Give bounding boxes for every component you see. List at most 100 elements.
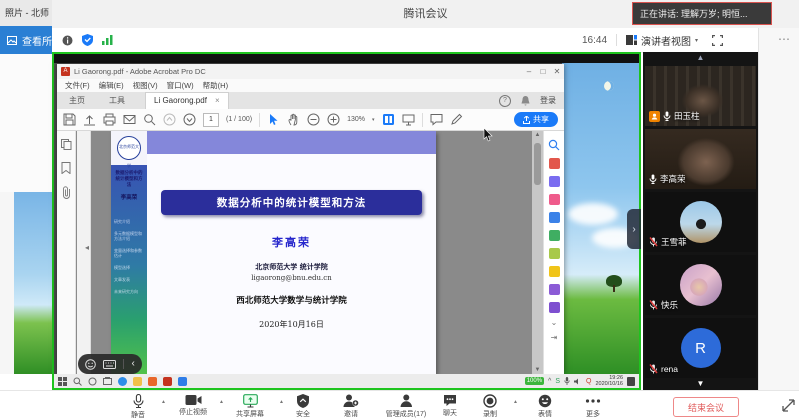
hand-tool-icon[interactable]	[287, 113, 300, 126]
keyboard-icon[interactable]	[103, 360, 116, 369]
cortana-icon[interactable]	[88, 377, 97, 386]
tencent-meeting-taskbar-icon[interactable]	[178, 377, 187, 386]
nav-toc-item[interactable]: 文章发表	[114, 277, 145, 282]
select-tool-icon[interactable]	[267, 113, 280, 126]
participant-video-tile[interactable]: 王雪菲	[645, 192, 756, 252]
tray-sogou-icon[interactable]: S	[555, 377, 560, 386]
more-tools-icon[interactable]	[549, 302, 560, 313]
find-tool-icon[interactable]	[548, 139, 560, 151]
tray-qq-icon[interactable]: Q	[586, 377, 591, 386]
nav-toc-item[interactable]: 研究介绍	[114, 219, 145, 224]
zoom-out-icon[interactable]	[307, 113, 320, 126]
help-icon[interactable]: ?	[499, 95, 511, 107]
menu-edit[interactable]: 编辑(E)	[99, 80, 124, 91]
participant-video-tile[interactable]: 田玉柱	[645, 66, 756, 126]
participant-video-tile[interactable]: 快乐	[645, 255, 756, 315]
manage-members-button[interactable]: 管理成员(17)	[386, 394, 426, 419]
email-icon[interactable]	[123, 113, 136, 126]
page-number-input[interactable]: 1	[203, 113, 219, 127]
view-mode-button[interactable]: 演讲者视图 ▾	[626, 33, 698, 48]
fullscreen-icon[interactable]	[712, 35, 723, 46]
attachments-icon[interactable]	[62, 186, 71, 199]
zoom-in-icon[interactable]	[327, 113, 340, 126]
save-icon[interactable]	[63, 113, 76, 126]
tray-expand-icon[interactable]: ^	[548, 377, 551, 386]
share-screen-button[interactable]: 共享屏幕	[236, 394, 264, 419]
file-explorer-taskbar-icon[interactable]	[133, 377, 142, 386]
mute-options-caret[interactable]: ▲	[161, 399, 166, 405]
stop-video-button[interactable]: 停止视频	[179, 394, 207, 417]
video-options-caret[interactable]: ▲	[219, 399, 224, 405]
security-button[interactable]: 安全	[296, 394, 310, 419]
emoji-icon[interactable]	[85, 359, 96, 370]
taskbar-clock[interactable]: 19:26 2020/10/16	[595, 375, 623, 387]
menu-view[interactable]: 视图(V)	[133, 80, 158, 91]
nav-toc-item[interactable]: 变量选择和参数估计	[114, 248, 145, 258]
edit-pdf-tool-icon[interactable]	[549, 194, 560, 205]
acrobat-nav-panel[interactable]: ◂	[77, 131, 91, 374]
chat-button[interactable]: 聊天	[443, 394, 457, 418]
invite-button[interactable]: 邀请	[343, 394, 359, 419]
comment-bubble-icon[interactable]	[430, 113, 443, 126]
page-thumbnails-icon[interactable]	[61, 139, 72, 150]
meeting-annotation-toolbar[interactable]: ‹	[78, 354, 142, 374]
tab-close-icon[interactable]: ×	[215, 93, 220, 109]
page-display-icon[interactable]	[382, 113, 395, 126]
meeting-info-icon[interactable]	[62, 35, 73, 46]
record-options-caret[interactable]: ▲	[513, 399, 518, 405]
acrobat-share-button[interactable]: 共享	[514, 112, 558, 127]
share-options-caret[interactable]: ▲	[279, 399, 284, 405]
tab-home[interactable]: 主页	[57, 93, 97, 109]
notifications-bell-icon[interactable]	[521, 96, 530, 106]
fill-sign-tool-icon[interactable]	[549, 284, 560, 295]
scrollbar-thumb[interactable]	[534, 143, 541, 185]
resize-handle-icon[interactable]	[781, 398, 796, 413]
task-view-icon[interactable]	[103, 377, 112, 386]
tools-collapse-icon[interactable]: ⇥	[551, 333, 558, 342]
scrollbar-down-icon[interactable]: ▼	[532, 367, 543, 373]
network-signal-icon[interactable]	[102, 35, 114, 45]
next-page-icon[interactable]	[183, 113, 196, 126]
share-file-tool-icon[interactable]	[549, 212, 560, 223]
nav-toc-item[interactable]: 多元数据模型和方法介绍	[114, 231, 145, 241]
participants-scroll-down-icon[interactable]: ▼	[643, 380, 758, 388]
scrollbar-up-icon[interactable]: ▲	[532, 132, 543, 138]
action-center-icon[interactable]	[627, 377, 635, 386]
acrobat-titlebar[interactable]: A Li Gaorong.pdf - Adobe Acrobat Pro DC …	[57, 64, 564, 79]
office-taskbar-icon[interactable]	[148, 377, 157, 386]
photos-view-all-button[interactable]: 查看所	[0, 26, 58, 54]
taskbar-search-icon[interactable]	[73, 377, 82, 386]
tray-volume-icon[interactable]	[574, 378, 582, 385]
tray-mic-icon[interactable]	[564, 377, 570, 385]
start-button-icon[interactable]	[58, 377, 67, 386]
participant-video-tile[interactable]: 李高荣	[645, 129, 756, 189]
organize-pages-tool-icon[interactable]	[549, 248, 560, 259]
acrobat-taskbar-icon[interactable]	[163, 377, 172, 386]
maximize-button[interactable]: □	[536, 67, 550, 76]
previous-page-icon[interactable]	[163, 113, 176, 126]
reactions-button[interactable]: 表情	[538, 394, 552, 419]
sidebar-expand-handle[interactable]: ›	[627, 209, 641, 249]
menu-file[interactable]: 文件(F)	[65, 80, 90, 91]
nav-toc-item[interactable]: 模型选择	[114, 265, 145, 270]
bookmarks-icon[interactable]	[61, 162, 71, 174]
upload-cloud-icon[interactable]	[83, 113, 96, 126]
minimize-button[interactable]: –	[522, 67, 536, 76]
menu-help[interactable]: 帮助(H)	[203, 80, 228, 91]
zoom-level-value[interactable]: 130%	[347, 116, 365, 123]
more-options-icon[interactable]: ⋯	[778, 32, 791, 46]
collapse-toolbar-icon[interactable]: ‹	[132, 359, 135, 369]
battery-indicator[interactable]: 100%	[525, 377, 544, 385]
menu-window[interactable]: 窗口(W)	[167, 80, 194, 91]
document-scrollbar[interactable]: ▲ ▼	[532, 131, 543, 374]
create-pdf-tool-icon[interactable]	[549, 176, 560, 187]
nav-toc-item[interactable]: 未来研究方向	[114, 289, 145, 294]
pen-icon[interactable]	[450, 113, 463, 126]
end-meeting-button[interactable]: 结束会议	[673, 397, 739, 417]
search-icon[interactable]	[143, 113, 156, 126]
export-pdf-tool-icon[interactable]	[549, 158, 560, 169]
record-button[interactable]: 录制	[483, 394, 497, 419]
zoom-dropdown-icon[interactable]: ▾	[372, 117, 375, 123]
tab-document[interactable]: Li Gaorong.pdf ×	[145, 92, 229, 109]
edge-taskbar-icon[interactable]	[118, 377, 127, 386]
